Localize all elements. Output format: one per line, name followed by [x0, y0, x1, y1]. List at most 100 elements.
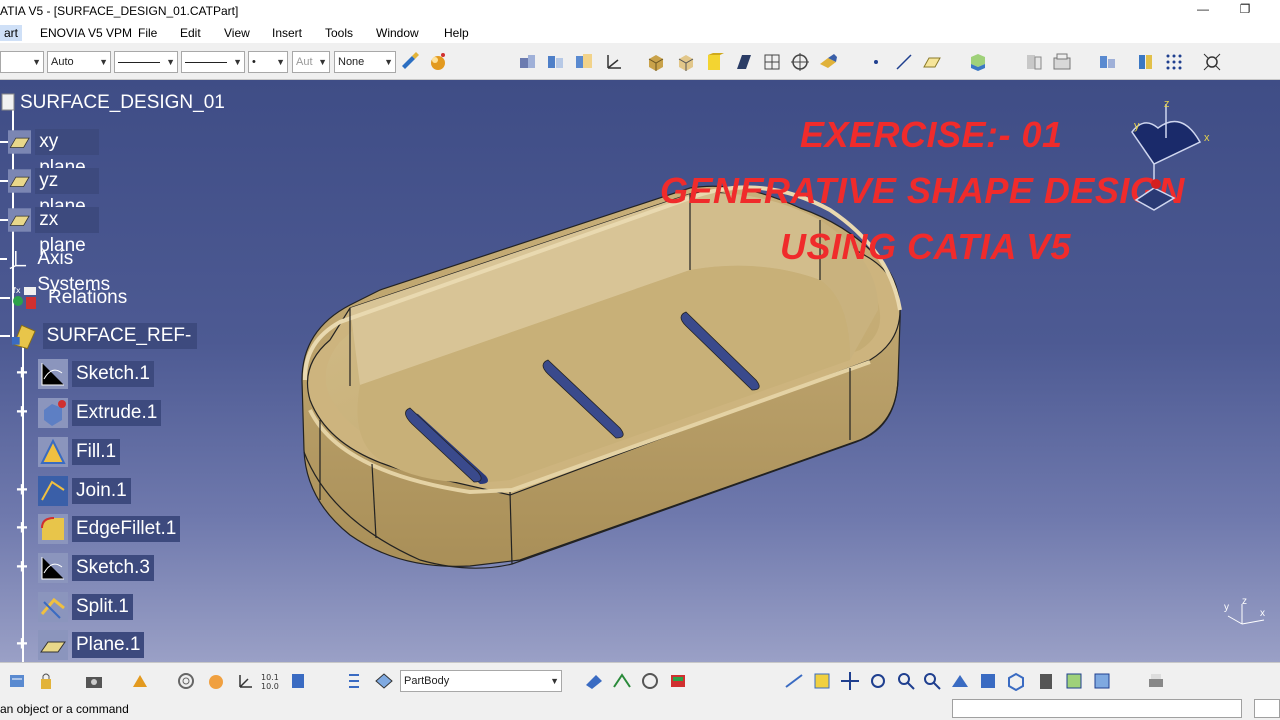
- swap-space-icon[interactable]: [1092, 671, 1112, 691]
- hand-icon[interactable]: [206, 671, 226, 691]
- isometric-view-icon[interactable]: [646, 52, 666, 72]
- camera-icon[interactable]: [84, 671, 104, 691]
- multi-view-icon[interactable]: [978, 671, 998, 691]
- tree-node-split-1[interactable]: Split.1: [38, 592, 133, 622]
- tree-node-extrude-1[interactable]: Extrude.1: [38, 398, 162, 428]
- zoom-out-icon[interactable]: [922, 671, 942, 691]
- command-input-extra[interactable]: [1254, 699, 1280, 718]
- minimize-button[interactable]: —: [1188, 2, 1218, 20]
- spiral-icon[interactable]: [176, 671, 196, 691]
- menu-edit[interactable]: Edit: [178, 25, 203, 41]
- plane-icon[interactable]: [922, 52, 942, 72]
- list-icon[interactable]: [344, 671, 364, 691]
- menu-enovia[interactable]: ENOVIA V5 VPM: [38, 25, 134, 41]
- compass-widget[interactable]: z x y: [1120, 98, 1220, 228]
- transparency-combo[interactable]: Auto ▼: [47, 51, 111, 73]
- fit-all-in-icon[interactable]: [812, 671, 832, 691]
- tree-node-xy-plane[interactable]: xy plane: [0, 129, 99, 178]
- multi-view-icon[interactable]: [762, 52, 782, 72]
- color-combo[interactable]: ▼: [0, 51, 44, 73]
- target-icon[interactable]: [790, 52, 810, 72]
- menu-insert[interactable]: Insert: [270, 25, 304, 41]
- hide-show-icon[interactable]: [1064, 671, 1084, 691]
- line-thickness-combo[interactable]: ▼: [114, 51, 178, 73]
- tree-node-plane-1[interactable]: Plane.1: [38, 630, 145, 660]
- menu-tools[interactable]: Tools: [323, 25, 355, 41]
- swap-visible-space-icon[interactable]: [1052, 52, 1072, 72]
- tree-node-yz-plane[interactable]: yz plane: [0, 168, 99, 217]
- front-view-icon[interactable]: [676, 52, 696, 72]
- menu-window[interactable]: Window: [374, 25, 421, 41]
- tree-node-sketch-3[interactable]: Sketch.3: [38, 553, 154, 583]
- pan-icon[interactable]: [840, 671, 860, 691]
- define-in-work-object-icon[interactable]: [374, 671, 394, 691]
- publication-icon[interactable]: [546, 52, 566, 72]
- scan-icon[interactable]: [130, 671, 150, 691]
- menu-bar: art ENOVIA V5 VPM File Edit View Insert …: [0, 22, 1280, 43]
- extrude-icon[interactable]: [968, 52, 988, 72]
- rendering-combo[interactable]: None ▼: [334, 51, 396, 73]
- specifications-icon[interactable]: [1136, 52, 1156, 72]
- update-icon[interactable]: [8, 671, 28, 691]
- expand-icon[interactable]: +: [15, 402, 29, 422]
- lock-icon[interactable]: [36, 671, 56, 691]
- material-icon[interactable]: [428, 52, 448, 72]
- render-style-icon[interactable]: [818, 52, 838, 72]
- grid-icon[interactable]: [1164, 52, 1184, 72]
- soap-tray-part[interactable]: [0, 80, 1280, 662]
- menu-view[interactable]: View: [222, 25, 252, 41]
- menu-start[interactable]: art: [0, 25, 23, 41]
- command-input[interactable]: [952, 699, 1242, 718]
- tree-node-relations[interactable]: fx Relations: [0, 285, 131, 311]
- tree-node-zx-plane[interactable]: zx plane: [0, 207, 99, 256]
- point-icon[interactable]: [866, 52, 886, 72]
- expand-icon[interactable]: +: [15, 634, 29, 654]
- shading-mode-icon[interactable]: [1036, 671, 1056, 691]
- iso-view-icon[interactable]: [1006, 671, 1026, 691]
- line-type-combo[interactable]: ▼: [181, 51, 245, 73]
- fly-mode-icon[interactable]: [784, 671, 804, 691]
- zoom-in-icon[interactable]: [896, 671, 916, 691]
- geometrical-set-icon[interactable]: [574, 52, 594, 72]
- cylinder-icon[interactable]: [288, 671, 308, 691]
- hide-show-icon[interactable]: [1024, 52, 1044, 72]
- 3d-viewport[interactable]: EXERCISE:- 01 GENERATIVE SHAPE DESIGN US…: [0, 80, 1280, 662]
- restore-button[interactable]: ❐: [1230, 2, 1260, 20]
- axis-triad-icon[interactable]: [234, 671, 254, 691]
- analysis-icon[interactable]: [640, 671, 660, 691]
- menu-file[interactable]: File: [136, 25, 159, 41]
- fit-all-icon[interactable]: [1202, 52, 1222, 72]
- tree-node-join-1[interactable]: Join.1: [38, 476, 131, 506]
- shading-icon[interactable]: [704, 52, 724, 72]
- axis-system-icon[interactable]: [518, 52, 538, 72]
- axis-icon[interactable]: [604, 52, 624, 72]
- expand-icon[interactable]: +: [15, 557, 29, 577]
- expand-icon[interactable]: +: [15, 480, 29, 500]
- tree-node-fill-1[interactable]: Fill.1: [38, 437, 121, 467]
- tree-root[interactable]: SURFACE_DESIGN_01: [0, 90, 229, 116]
- measure-icon[interactable]: [612, 671, 632, 691]
- line-icon[interactable]: [894, 52, 914, 72]
- expand-icon[interactable]: +: [15, 518, 29, 538]
- fill-icon: [38, 437, 68, 467]
- chevron-down-icon: ▼: [32, 57, 41, 67]
- tree-node-surface-ref[interactable]: SURFACE_REF--: [0, 323, 197, 372]
- painter-icon[interactable]: [400, 52, 420, 72]
- print-icon[interactable]: [1146, 671, 1166, 691]
- catalog-icon[interactable]: [668, 671, 688, 691]
- normal-view-icon[interactable]: [950, 671, 970, 691]
- tree-expand-icon[interactable]: [1098, 52, 1118, 72]
- rotate-icon[interactable]: [868, 671, 888, 691]
- point-type-combo[interactable]: • ▼: [248, 51, 288, 73]
- menu-help[interactable]: Help: [442, 25, 471, 41]
- knowledge-icon[interactable]: [584, 671, 604, 691]
- wireframe-icon[interactable]: [734, 52, 754, 72]
- tree-node-sketch-1[interactable]: Sketch.1: [38, 359, 154, 389]
- tree-node-edgefillet-1[interactable]: EdgeFillet.1: [38, 514, 181, 544]
- tree-node-label: Plane.1: [72, 632, 145, 658]
- layer-combo[interactable]: Aut ▼: [292, 51, 330, 73]
- coordinates-icon[interactable]: 10.110.0: [260, 671, 280, 691]
- tree-node-axis-systems[interactable]: Axis Systems: [0, 246, 125, 295]
- part-body-select[interactable]: PartBody ▼: [400, 670, 562, 692]
- expand-icon[interactable]: +: [15, 363, 29, 383]
